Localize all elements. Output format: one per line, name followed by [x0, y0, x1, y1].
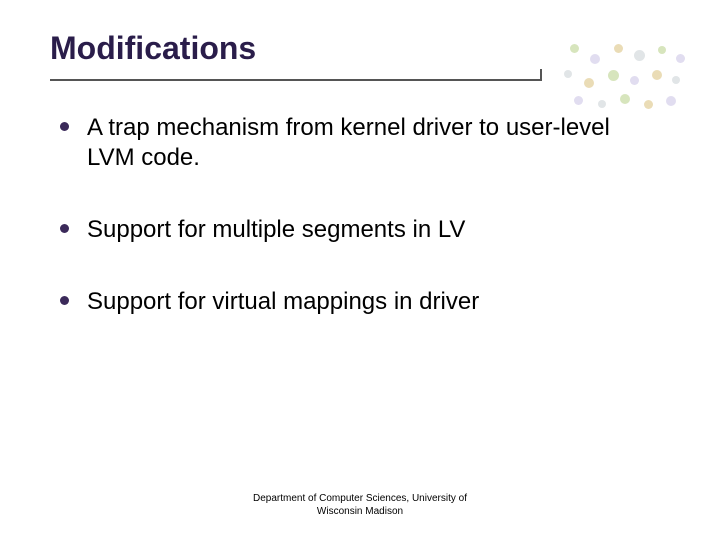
deco-dot [620, 94, 630, 104]
title-wrap: Modifications [50, 30, 670, 81]
list-item: Support for multiple segments in LV [60, 215, 670, 245]
footer: Department of Computer Sciences, Univers… [0, 493, 720, 518]
bullet-text: Support for multiple segments in LV [87, 215, 465, 245]
bullet-icon [60, 224, 69, 233]
deco-dot [574, 96, 583, 105]
title-underline [50, 79, 540, 81]
page-title: Modifications [50, 30, 670, 81]
deco-dot [676, 54, 685, 63]
list-item: A trap mechanism from kernel driver to u… [60, 113, 670, 173]
deco-dot [598, 100, 606, 108]
deco-dot [644, 100, 653, 109]
bullet-list: A trap mechanism from kernel driver to u… [50, 113, 670, 317]
deco-dot [672, 76, 680, 84]
bullet-text: A trap mechanism from kernel driver to u… [87, 113, 657, 173]
list-item: Support for virtual mappings in driver [60, 287, 670, 317]
footer-line-1: Department of Computer Sciences, Univers… [0, 493, 720, 506]
deco-dot [666, 96, 676, 106]
bullet-icon [60, 122, 69, 131]
bullet-icon [60, 296, 69, 305]
title-tick [540, 69, 542, 81]
bullet-text: Support for virtual mappings in driver [87, 287, 479, 317]
footer-line-2: Wisconsin Madison [0, 506, 720, 519]
slide: Modifications A trap mechanism from kern… [0, 0, 720, 540]
